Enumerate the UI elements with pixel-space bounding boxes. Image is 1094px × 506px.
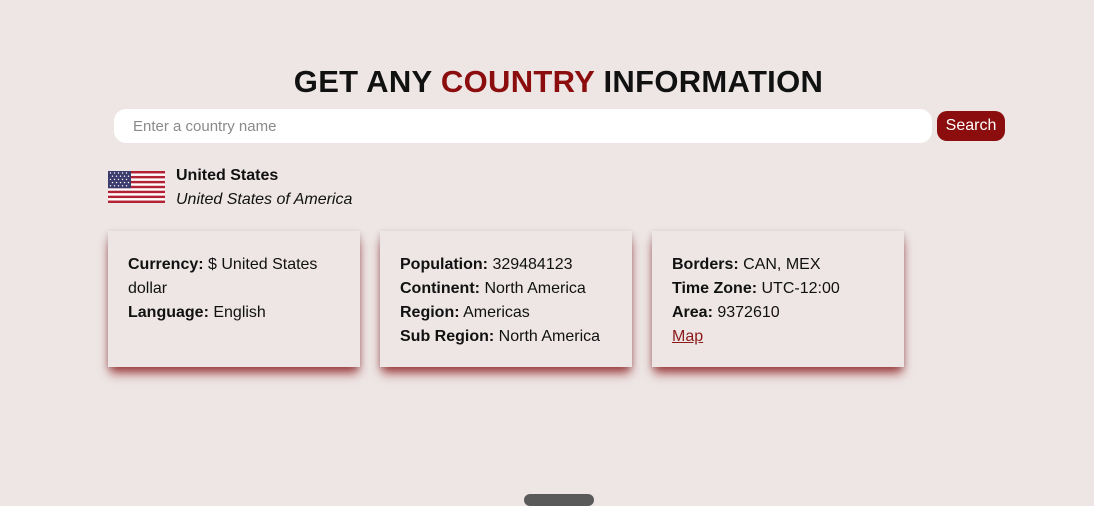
region-label: Region: [400, 304, 460, 321]
title-accent: COUNTRY [440, 64, 595, 99]
timezone-row: Time Zone: UTC-12:00 [672, 277, 884, 301]
map-row: Map [672, 325, 884, 349]
borders-area-card: Borders: CAN, MEX Time Zone: UTC-12:00 A… [652, 231, 904, 367]
population-row: Population: 329484123 [400, 253, 612, 277]
continent-value: North America [484, 280, 586, 297]
borders-value: CAN, MEX [743, 256, 821, 273]
population-region-card: Population: 329484123 Continent: North A… [380, 231, 632, 367]
bottom-scroll-indicator [524, 494, 594, 506]
region-value: Americas [463, 304, 530, 321]
language-value: English [213, 304, 266, 321]
area-value: 9372610 [717, 304, 780, 321]
timezone-value: UTC-12:00 [761, 280, 840, 297]
borders-label: Borders: [672, 256, 739, 273]
region-row: Region: Americas [400, 301, 612, 325]
population-value: 329484123 [492, 256, 573, 273]
continent-label: Continent: [400, 280, 480, 297]
search-button[interactable]: Search [937, 111, 1005, 141]
title-prefix: GET ANY [293, 64, 432, 99]
timezone-label: Time Zone: [672, 280, 758, 297]
continent-row: Continent: North America [400, 277, 612, 301]
currency-label: Currency: [128, 256, 204, 273]
country-common-name: United States [176, 167, 279, 184]
search-input[interactable] [114, 109, 932, 143]
area-label: Area: [672, 304, 713, 321]
us-flag-icon [108, 171, 165, 203]
title-suffix: INFORMATION [603, 64, 824, 99]
subregion-value: North America [498, 328, 601, 345]
country-official-name: United States of America [176, 191, 353, 208]
page-title: GET ANY COUNTRY INFORMATION [0, 62, 1094, 102]
population-label: Population: [400, 256, 488, 273]
subregion-row: Sub Region: North America [400, 325, 612, 349]
map-link[interactable]: Map [672, 328, 703, 345]
language-row: Language: English [128, 301, 340, 325]
currency-language-card: Currency: $ United States dollar Languag… [108, 231, 360, 367]
language-label: Language: [128, 304, 209, 321]
currency-row: Currency: $ United States dollar [128, 253, 340, 301]
area-row: Area: 9372610 [672, 301, 884, 325]
subregion-label: Sub Region: [400, 328, 495, 345]
borders-row: Borders: CAN, MEX [672, 253, 884, 277]
